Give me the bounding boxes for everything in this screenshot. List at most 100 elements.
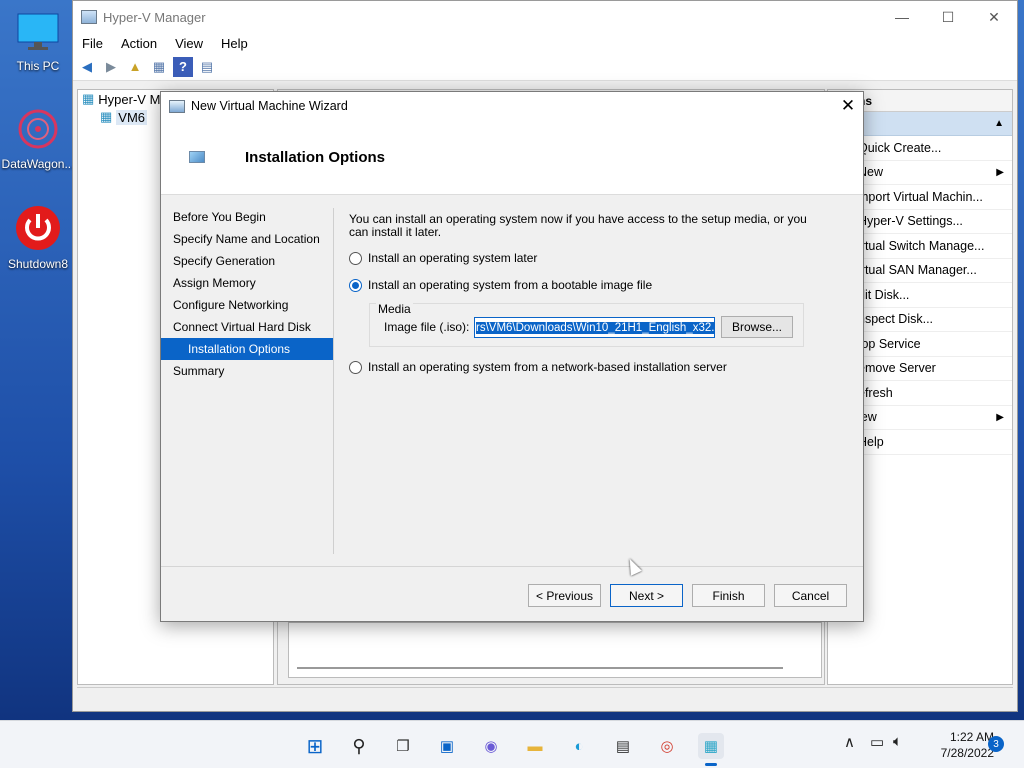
action-label: emove Server (858, 361, 936, 376)
forward-arrow-icon[interactable]: ▶ (101, 57, 121, 77)
new-vm-wizard-dialog: New Virtual Machine Wizard ✕ Installatio… (160, 91, 864, 622)
desktop-icon-shutdown8[interactable]: Shutdown8 (0, 204, 76, 271)
intro-text: You can install an operating system now … (349, 212, 807, 239)
task-view-icon[interactable]: ❐ (390, 733, 416, 759)
widgets-icon[interactable]: ▣ (434, 733, 460, 759)
step-before-you-begin[interactable]: Before You Begin (161, 206, 333, 228)
image-file-label: Image file (.iso): (384, 320, 470, 334)
file-explorer-icon[interactable]: ▬ (522, 733, 548, 759)
power-icon (16, 206, 60, 250)
wizard-title: New Virtual Machine Wizard (191, 99, 348, 113)
image-file-input[interactable]: rs\VM6\Downloads\Win10_21H1_English_x32.… (474, 317, 715, 338)
menu-help[interactable]: Help (212, 36, 257, 51)
wizard-close-button[interactable]: ✕ (833, 92, 863, 120)
store-icon[interactable]: ▤ (610, 733, 636, 759)
step-specify-generation[interactable]: Specify Generation (161, 250, 333, 272)
image-file-value: rs\VM6\Downloads\Win10_21H1_English_x32.… (476, 322, 714, 334)
network-icon[interactable]: ▭ (870, 733, 884, 751)
edge-icon[interactable]: ◐ (566, 733, 592, 759)
show-hide-action-pane-icon[interactable]: ▤ (197, 57, 217, 77)
menu-view[interactable]: View (166, 36, 212, 51)
search-icon[interactable]: ⚲ (346, 733, 372, 759)
hyper-v-icon[interactable]: ▦ (698, 733, 724, 759)
show-hidden-icons-chevron-icon[interactable]: ∧ (844, 733, 855, 751)
clock-time: 1:22 AM (949, 730, 994, 744)
up-folder-icon[interactable]: ▲ (125, 57, 145, 77)
system-clock[interactable]: 1:22 AM 7/28/2022 (916, 729, 994, 761)
chrome-icon[interactable]: ◎ (654, 733, 680, 759)
menu-bar: File Action View Help (73, 33, 1017, 53)
option-install-later[interactable]: Install an operating system later (349, 249, 537, 267)
help-icon[interactable]: ? (173, 56, 193, 77)
page-title: Installation Options (245, 148, 386, 166)
action-label: irtual SAN Manager... (858, 263, 977, 278)
step-installation-options[interactable]: Installation Options (161, 338, 333, 360)
option-label: Install an operating system from a netwo… (368, 360, 727, 374)
toolbar: ◀ ▶ ▲ ▦ ? ▤ (73, 53, 1017, 81)
back-arrow-icon[interactable]: ◀ (77, 57, 97, 77)
step-configure-networking[interactable]: Configure Networking (161, 294, 333, 316)
desktop-icon-this-pc[interactable]: This PC (0, 10, 76, 73)
desktop-icon-datawagon[interactable]: DataWagon... (0, 106, 76, 171)
action-label: irtual Switch Manage... (858, 238, 985, 253)
show-hide-tree-icon[interactable]: ▦ (149, 57, 169, 77)
clock-date: 7/28/2022 (940, 746, 994, 760)
action-label: top Service (858, 336, 921, 351)
maximize-button[interactable]: ☐ (925, 1, 971, 33)
horizontal-scrollbar[interactable] (297, 667, 783, 669)
radio-install-from-image[interactable] (349, 278, 362, 292)
media-group-label: Media (376, 302, 413, 316)
chat-icon[interactable]: ◉ (478, 733, 504, 759)
finish-button[interactable]: Finish (692, 584, 765, 607)
wizard-titlebar: New Virtual Machine Wizard ✕ (161, 92, 863, 120)
vm-icon (189, 151, 205, 163)
menu-file[interactable]: File (73, 36, 112, 51)
step-summary[interactable]: Summary (161, 360, 333, 382)
grid-icon: ▦ (82, 91, 95, 106)
desktop-icon-label: Shutdown8 (7, 257, 69, 271)
wizard-app-icon (169, 99, 185, 113)
tree-root-label: Hyper-V M (98, 91, 161, 107)
tree-item-label: VM6 (116, 109, 148, 125)
action-label: Hyper-V Settings... (858, 214, 963, 229)
minimize-button[interactable]: — (879, 1, 925, 33)
submenu-arrow-icon: ▶ (996, 411, 1004, 423)
desktop-icon-label: DataWagon... (1, 157, 75, 171)
wizard-content: You can install an operating system now … (349, 212, 829, 374)
radio-install-later[interactable] (349, 251, 362, 265)
action-label: mport Virtual Machin... (858, 189, 983, 204)
option-label: Install an operating system from a boota… (368, 278, 653, 292)
menu-action[interactable]: Action (112, 36, 166, 51)
hyperv-app-icon (81, 10, 97, 24)
windows-start-icon[interactable]: ⊞ (302, 733, 328, 759)
close-button[interactable]: ✕ (971, 1, 1017, 33)
volume-icon[interactable]: 🔈︎ (893, 733, 902, 750)
window-title: Hyper-V Manager (103, 9, 206, 25)
submenu-arrow-icon: ▶ (996, 166, 1004, 178)
monitor-icon (17, 13, 59, 50)
details-panel (288, 622, 822, 678)
flower-icon (18, 109, 58, 149)
status-bar (77, 687, 1013, 709)
action-label: nspect Disk... (858, 312, 934, 327)
media-group: Media Image file (.iso): rs\VM6\Download… (369, 302, 804, 347)
previous-button[interactable]: < Previous (528, 584, 601, 607)
step-assign-memory[interactable]: Assign Memory (161, 272, 333, 294)
step-specify-name-location[interactable]: Specify Name and Location (161, 228, 333, 250)
active-app-indicator (705, 763, 717, 766)
collapse-icon[interactable]: ▲ (994, 118, 1004, 129)
wizard-steps: Before You Begin Specify Name and Locati… (161, 206, 333, 382)
action-label: dit Disk... (858, 287, 910, 302)
wizard-header: Installation Options (161, 120, 863, 195)
option-install-from-network[interactable]: Install an operating system from a netwo… (349, 358, 727, 376)
server-icon: ▦ (100, 109, 113, 124)
radio-install-from-network[interactable] (349, 360, 362, 374)
notification-badge[interactable]: 3 (988, 736, 1004, 752)
window-titlebar: Hyper-V Manager — ☐ ✕ (73, 1, 1017, 33)
next-button[interactable]: Next > (610, 584, 683, 607)
browse-button[interactable]: Browse... (721, 316, 793, 338)
footer-divider (161, 566, 863, 567)
cancel-button[interactable]: Cancel (774, 584, 847, 607)
option-install-from-image[interactable]: Install an operating system from a boota… (349, 276, 652, 294)
step-connect-virtual-hard-disk[interactable]: Connect Virtual Hard Disk (161, 316, 333, 338)
